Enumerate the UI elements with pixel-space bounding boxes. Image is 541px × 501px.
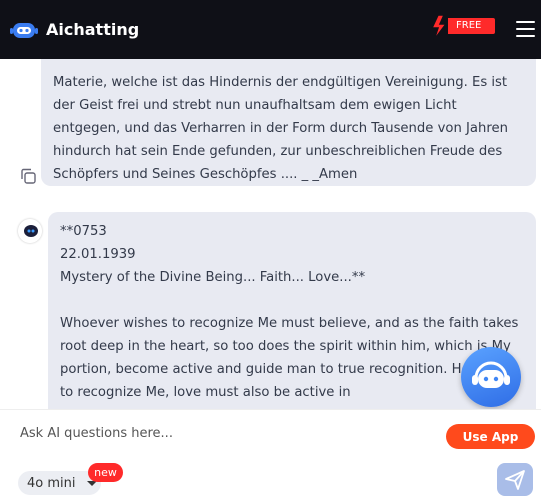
robot-logo-icon — [10, 22, 38, 38]
menu-icon[interactable] — [516, 21, 535, 37]
message-bubble: Materie, welche ist das Hindernis der en… — [41, 59, 536, 186]
composer: Use App 4o mini new — [0, 409, 541, 501]
send-icon — [505, 470, 525, 490]
brand-name: Aichatting — [46, 20, 140, 39]
free-badge[interactable]: FREE — [430, 14, 495, 41]
free-label: FREE — [456, 20, 482, 31]
question-input[interactable] — [18, 420, 422, 446]
message-text: Materie, welche ist das Hindernis der en… — [53, 75, 508, 182]
chat-area[interactable]: Materie, welche ist das Hindernis der en… — [0, 59, 541, 409]
support-chat-button[interactable] — [461, 347, 521, 407]
copy-icon[interactable] — [19, 167, 37, 185]
app-header: Aichatting FREE — [0, 0, 541, 59]
send-button[interactable] — [497, 463, 533, 496]
use-app-button[interactable]: Use App — [446, 424, 535, 449]
headset-robot-icon — [472, 361, 510, 388]
message-text: **0753 22.01.1939 Mystery of the Divine … — [60, 224, 366, 285]
new-badge: new — [88, 463, 123, 482]
bot-avatar-icon — [18, 219, 42, 243]
model-label: 4o mini — [27, 475, 76, 491]
message-text: Whoever wishes to recognize Me must beli… — [60, 316, 519, 400]
